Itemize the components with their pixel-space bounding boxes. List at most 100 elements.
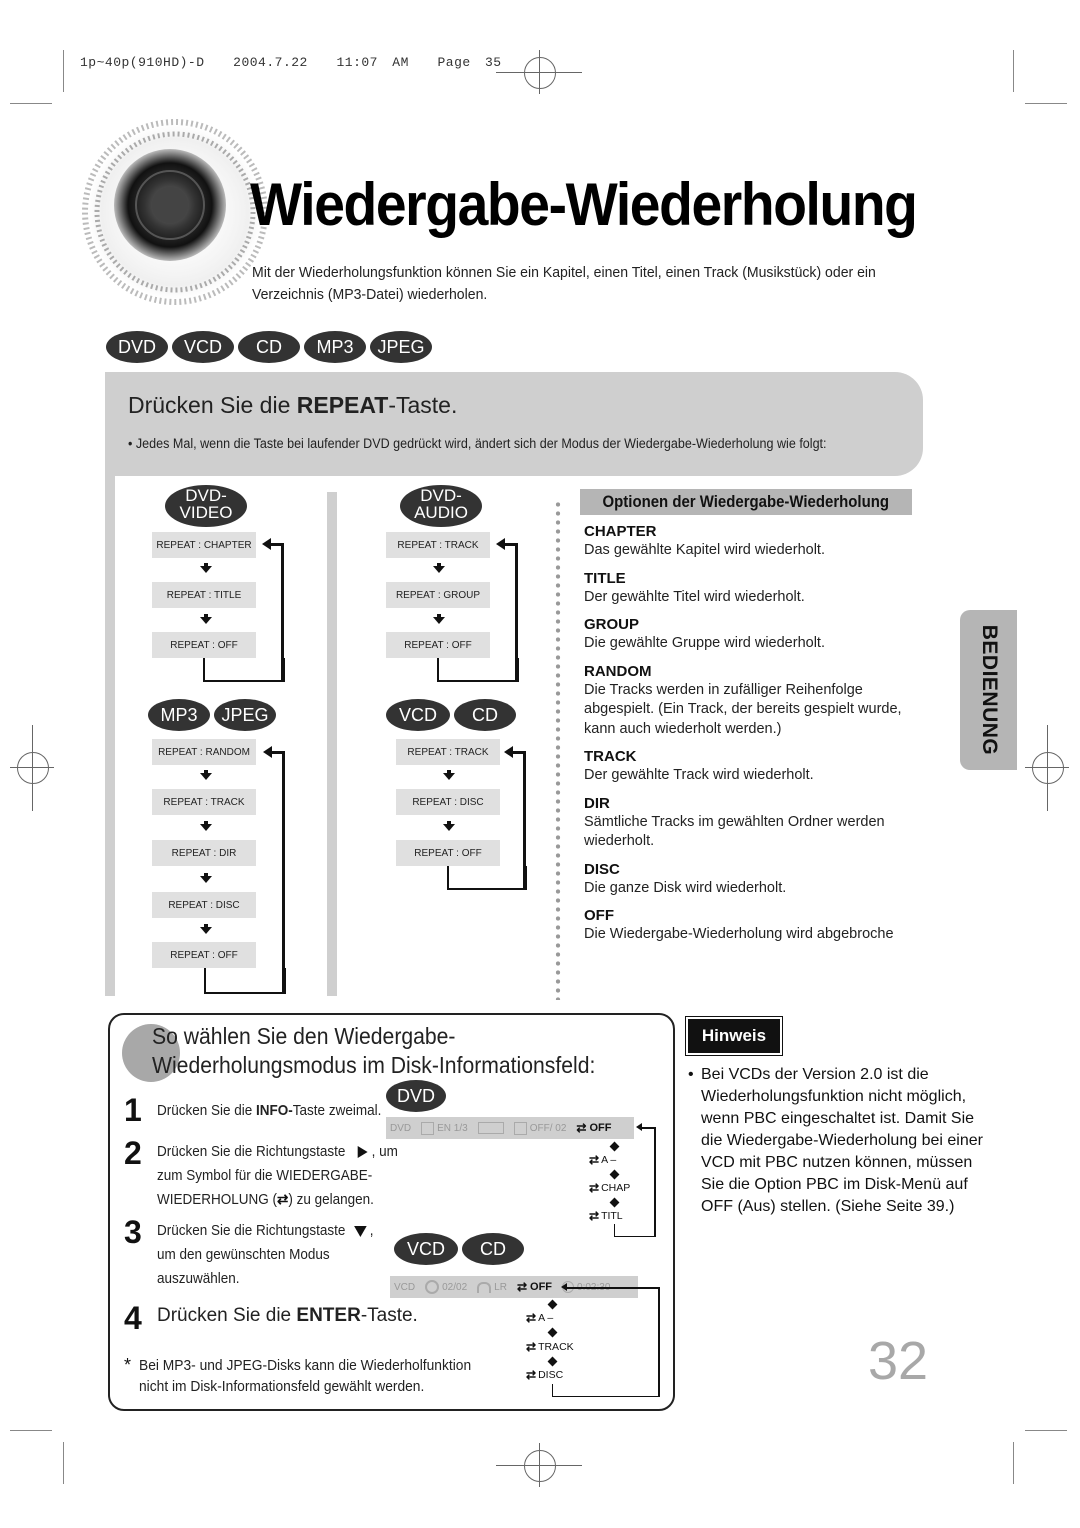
step-title-suffix: -Taste. [388, 392, 458, 418]
loop-arrow-icon [496, 538, 505, 550]
disc-label-dvd-audio: DVD- AUDIO [400, 485, 482, 527]
down-arrow-icon [354, 1225, 368, 1237]
headphones-icon [477, 1281, 492, 1293]
osd-audio-value: EN 1/3 [437, 1122, 468, 1134]
repeat-icon: ⇄ [576, 1121, 587, 1135]
note-text: • Bei VCDs der Version 2.0 ist die Wieder… [688, 1064, 988, 1218]
step-4-text: Drücken Sie die ENTER-Taste. [157, 1305, 418, 1327]
options-header: Optionen der Wiedergabe-Wiederholung [580, 489, 912, 515]
badge-mp3: MP3 [304, 331, 366, 363]
osd-audio-value: LR [494, 1281, 507, 1293]
option-name: DIR [584, 794, 610, 812]
down-arrow-icon [443, 770, 455, 780]
step-2-text: Drücken Sie die Richtungstaste , um zum … [157, 1140, 398, 1212]
crop-mark [10, 1430, 52, 1431]
option-item: DISC Die ganze Disk wird wiederholt. [584, 860, 914, 899]
option-desc: Die Wiedergabe-Wiederholung wird abgebro… [584, 926, 894, 942]
step-number: 3 [124, 1214, 142, 1250]
repeat-mode-box: REPEAT : RANDOM [152, 739, 256, 765]
osd-track: 02/02 [425, 1280, 467, 1294]
option-item: RANDOM Die Tracks werden in zufälliger Re… [584, 662, 914, 740]
osd-disc-type: VCD [394, 1281, 416, 1293]
option-name: CHAPTER [584, 523, 657, 540]
osd-mode-label: TRACK [538, 1341, 574, 1353]
option-name: OFF [584, 907, 614, 924]
repeat-icon: ⇄ [516, 1280, 528, 1294]
loop-line [654, 1127, 656, 1236]
loop-line [204, 968, 286, 994]
badge-dvd: DVD [106, 331, 168, 363]
osd-mode: ⇄ TRACK [526, 1340, 574, 1354]
option-desc: Der gewählte Track wird wiederholt. [584, 767, 814, 783]
step-text-part: Drücken Sie die Richtungstaste [157, 1222, 346, 1239]
badge-vcd: VCD [172, 331, 234, 363]
osd-mode-label: A – [538, 1312, 554, 1324]
down-arrow-icon [200, 924, 212, 934]
osd-audio: EN 1/3 [421, 1121, 468, 1135]
repeat-mode-box: REPEAT : OFF [386, 632, 490, 658]
osd-mode: ⇄ A – [589, 1153, 616, 1167]
middle-divider [327, 492, 337, 996]
repeat-mode-box: REPEAT : TRACK [386, 532, 490, 558]
osd-mode-label: TITL [601, 1210, 623, 1222]
step-title: Drücken Sie die REPEAT-Taste. [128, 392, 457, 419]
step-1-text: Drücken Sie die INFO-Taste zweimal. [157, 1099, 381, 1123]
badge-cd: CD [454, 699, 516, 731]
crop-mark [63, 50, 64, 92]
loop-arrow-icon [262, 538, 271, 550]
osd-mode-label: DISC [538, 1369, 564, 1381]
osd-mode: ⇄ DISC [526, 1368, 563, 1382]
osd-subtitle: OFF/ 02 [513, 1121, 566, 1135]
options-list: CHAPTER Das gewählte Kapitel wird wiederh… [584, 522, 914, 953]
loop-line [281, 543, 284, 680]
section-tab: BEDIENUNG [960, 610, 1017, 770]
loop-line [447, 866, 527, 890]
down-arrow-icon [200, 770, 212, 780]
disc-label-line: AUDIO [414, 503, 468, 522]
option-item: OFF Die Wiedergabe-Wiederholung wird abge… [584, 906, 914, 945]
repeat-mode-box: REPEAT : TRACK [152, 789, 256, 815]
repeat-icon: ⇄ [277, 1191, 289, 1208]
osd-mode-label: A – [601, 1154, 617, 1166]
repeat-mode-box: REPEAT : DIR [152, 840, 256, 866]
print-job: 1p~40p(910HD)-D [80, 55, 205, 70]
print-header: 1p~40p(910HD)-D 2004.7.22 11:07 AM Page … [80, 55, 502, 70]
crop-mark [1013, 1442, 1014, 1484]
note-bullet: • [688, 1066, 694, 1083]
badge-jpeg: JPEG [370, 331, 432, 363]
loop-line [282, 751, 285, 992]
dotted-divider [555, 500, 561, 1000]
step-text-part: Drücken Sie die Richtungstaste [157, 1143, 346, 1160]
page-title: Wiedergabe-Wiederholung [250, 171, 918, 238]
option-name: RANDOM [584, 662, 652, 680]
osd-mode-label: CHAP [601, 1182, 631, 1194]
option-name: DISC [584, 860, 620, 878]
down-arrow-icon [200, 614, 212, 624]
dolby-icon [477, 1122, 504, 1134]
step-bullet: • Jedes Mal, wenn die Taste bei laufende… [128, 436, 827, 451]
footnote: Bei MP3- und JPEG-Disks kann die Wiederh… [139, 1357, 472, 1395]
speaker-icon [80, 110, 270, 310]
option-item: DIR Sämtliche Tracks im gewählten Ordner … [584, 794, 914, 852]
step-text-part: ) zu gelangen. [288, 1191, 374, 1208]
crop-mark [63, 1442, 64, 1484]
loop-line [437, 658, 519, 682]
loop-line [658, 1287, 660, 1396]
repeat-icon: ⇄ [526, 1368, 537, 1382]
loop-line [565, 1287, 660, 1289]
repeat-icon: ⇄ [526, 1311, 537, 1325]
osd-track-value: 02/02 [442, 1281, 468, 1293]
step-title-key: REPEAT [296, 392, 389, 418]
option-name: GROUP [584, 616, 640, 633]
option-desc: Sämtliche Tracks im gewählten Ordner wer… [584, 813, 885, 850]
down-arrow-icon [200, 873, 212, 883]
repeat-icon: ⇄ [526, 1340, 537, 1354]
intro-text: Mit der Wiederholungsfunktion können Sie… [252, 265, 876, 303]
option-desc: Die Tracks werden in zufälliger Reihenfo… [584, 681, 902, 737]
page-number: 32 [868, 1331, 929, 1391]
repeat-mode-box: REPEAT : DISC [152, 892, 256, 918]
repeat-mode-box: REPEAT : CHAPTER [152, 532, 256, 558]
osd-mode: ⇄ A – [526, 1311, 553, 1325]
disc-label-line: VIDEO [179, 503, 233, 522]
badge-dvd: DVD [386, 1080, 446, 1112]
